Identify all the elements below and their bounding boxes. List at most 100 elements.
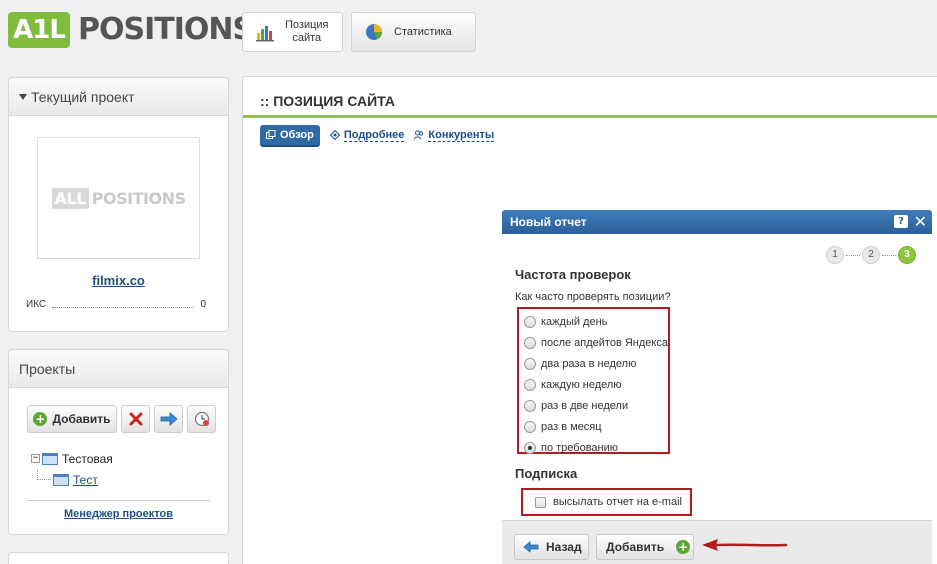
folder-icon <box>42 452 58 465</box>
schedule-project-button[interactable] <box>187 405 216 433</box>
current-project-panel: Текущий проект ALL POSITIONS filmix.co ИК… <box>8 77 229 332</box>
radio-option[interactable]: раз в две недели <box>524 395 668 416</box>
logo-text: POSITIONS <box>78 12 254 47</box>
clock-icon <box>194 411 209 427</box>
step-3[interactable]: 3 <box>898 246 916 264</box>
projects-title: Проекты <box>19 360 76 377</box>
radio-button[interactable] <box>524 336 536 349</box>
radio-button[interactable] <box>524 357 536 370</box>
subscription-title: Подписка <box>515 466 578 481</box>
tab-statistics-label: Статистика <box>394 25 452 38</box>
collapse-triangle-icon[interactable] <box>19 93 27 100</box>
current-project-title: Текущий проект <box>31 88 135 105</box>
radio-option[interactable]: каждый день <box>524 311 668 332</box>
thumbnail-logo-all: ALL <box>51 187 89 209</box>
radio-button[interactable] <box>524 378 536 391</box>
pie-chart-icon <box>366 24 382 40</box>
iks-leader-dots <box>52 301 195 308</box>
subtab-details[interactable]: Подробнее <box>329 128 405 142</box>
sidebar-panel-bottom <box>8 552 229 564</box>
plus-icon: + <box>33 412 48 426</box>
subtabs: Обзор Подробнее Конкуренты <box>260 125 495 145</box>
close-icon[interactable]: ✕ <box>914 212 927 232</box>
iks-value: 0 <box>200 299 206 310</box>
project-manager-link[interactable]: Менеджер проектов <box>9 508 228 520</box>
projects-toolbar: + Добавить <box>27 405 216 433</box>
back-button[interactable]: Назад <box>514 534 589 560</box>
tree-folder-label: Тестовая <box>62 451 113 466</box>
radio-option[interactable]: каждую неделю <box>524 374 668 395</box>
page-title: :: ПОЗИЦИЯ САЙТА <box>260 93 395 109</box>
radio-option[interactable]: два раза в неделю <box>524 353 668 374</box>
radio-button-selected[interactable] <box>524 441 536 454</box>
copy-icon <box>266 130 276 139</box>
details-diamond-icon <box>329 130 340 140</box>
title-underline <box>243 115 937 118</box>
tree-project-row[interactable]: Тест <box>31 469 113 490</box>
subtab-competitors-label: Конкуренты <box>428 128 495 142</box>
dialog-title: Новый отчет <box>510 215 587 229</box>
site-thumbnail: ALL POSITIONS <box>37 137 200 259</box>
move-project-button[interactable] <box>154 405 183 433</box>
iks-row: ИКС 0 <box>26 299 206 310</box>
dialog-titlebar[interactable]: Новый отчет ? ✕ <box>502 210 932 234</box>
step-connector <box>846 254 860 256</box>
iks-label: ИКС <box>26 299 47 310</box>
radio-option[interactable]: после апдейтов Яндекса <box>524 332 668 353</box>
arrow-left-icon <box>523 541 539 553</box>
arrow-right-icon <box>160 412 178 426</box>
radio-label: после апдейтов Яндекса <box>541 336 668 349</box>
radio-label: каждую неделю <box>541 378 622 391</box>
projects-header: Проекты <box>9 350 228 388</box>
email-subscription-option[interactable]: высылать отчет на e-mail <box>521 488 692 516</box>
radio-option[interactable]: по требованию <box>524 437 668 458</box>
radio-button[interactable] <box>524 420 536 433</box>
subtab-details-label: Подробнее <box>343 128 405 142</box>
add-project-label: Добавить <box>52 412 111 426</box>
subtab-overview[interactable]: Обзор <box>260 125 320 145</box>
tab-site-position-label: Позиция сайта <box>285 19 329 45</box>
current-project-header[interactable]: Текущий проект <box>9 78 228 116</box>
add-report-button[interactable]: Добавить + <box>596 534 694 560</box>
logo-a1-mark: A1L <box>8 12 70 48</box>
tab-label-line1: Позиция <box>285 19 329 31</box>
help-icon[interactable]: ? <box>894 215 908 228</box>
tree-connector <box>37 469 51 480</box>
project-icon <box>53 473 69 486</box>
dialog-body: 1 2 3 Частота проверок Как часто проверя… <box>502 234 932 520</box>
tab-label-line2: сайта <box>292 32 322 44</box>
tab-site-position[interactable]: Позиция сайта <box>242 12 343 52</box>
projects-panel: Проекты + Добавить − Тестовая Тест Менед… <box>8 349 229 535</box>
bar-chart-icon <box>256 26 274 42</box>
radio-option[interactable]: раз в месяц <box>524 416 668 437</box>
add-project-button[interactable]: + Добавить <box>27 405 117 433</box>
radio-button[interactable] <box>524 399 536 412</box>
radio-label: каждый день <box>541 315 608 328</box>
step-2[interactable]: 2 <box>862 246 880 264</box>
frequency-options: каждый день после апдейтов Яндекса два р… <box>517 307 670 454</box>
app-logo[interactable]: A1L POSITIONS <box>8 12 254 50</box>
frequency-title: Частота проверок <box>515 267 631 282</box>
tree-folder-row[interactable]: − Тестовая <box>31 448 113 469</box>
thumbnail-logo-positions: POSITIONS <box>91 188 186 208</box>
plus-icon: + <box>676 540 691 554</box>
radio-button[interactable] <box>524 315 536 328</box>
projects-tree: − Тестовая Тест <box>31 448 113 490</box>
users-icon <box>414 130 424 140</box>
back-button-label: Назад <box>546 540 582 554</box>
projects-divider <box>27 500 210 501</box>
annotation-arrow-icon <box>702 539 788 551</box>
radio-label: раз в месяц <box>541 420 602 433</box>
tree-collapse-icon[interactable]: − <box>31 454 40 463</box>
site-link[interactable]: filmix.co <box>9 273 228 288</box>
radio-label: раз в две недели <box>541 399 629 412</box>
subtab-competitors[interactable]: Конкуренты <box>414 128 495 142</box>
thumbnail-logo: ALL POSITIONS <box>51 187 186 209</box>
tab-statistics[interactable]: Статистика <box>351 12 476 52</box>
email-checkbox[interactable] <box>535 496 546 508</box>
delete-project-button[interactable] <box>121 405 150 433</box>
wizard-steps: 1 2 3 <box>826 246 916 264</box>
radio-label: два раза в неделю <box>541 357 637 370</box>
step-1[interactable]: 1 <box>826 246 844 264</box>
tree-project-link[interactable]: Тест <box>73 473 98 487</box>
